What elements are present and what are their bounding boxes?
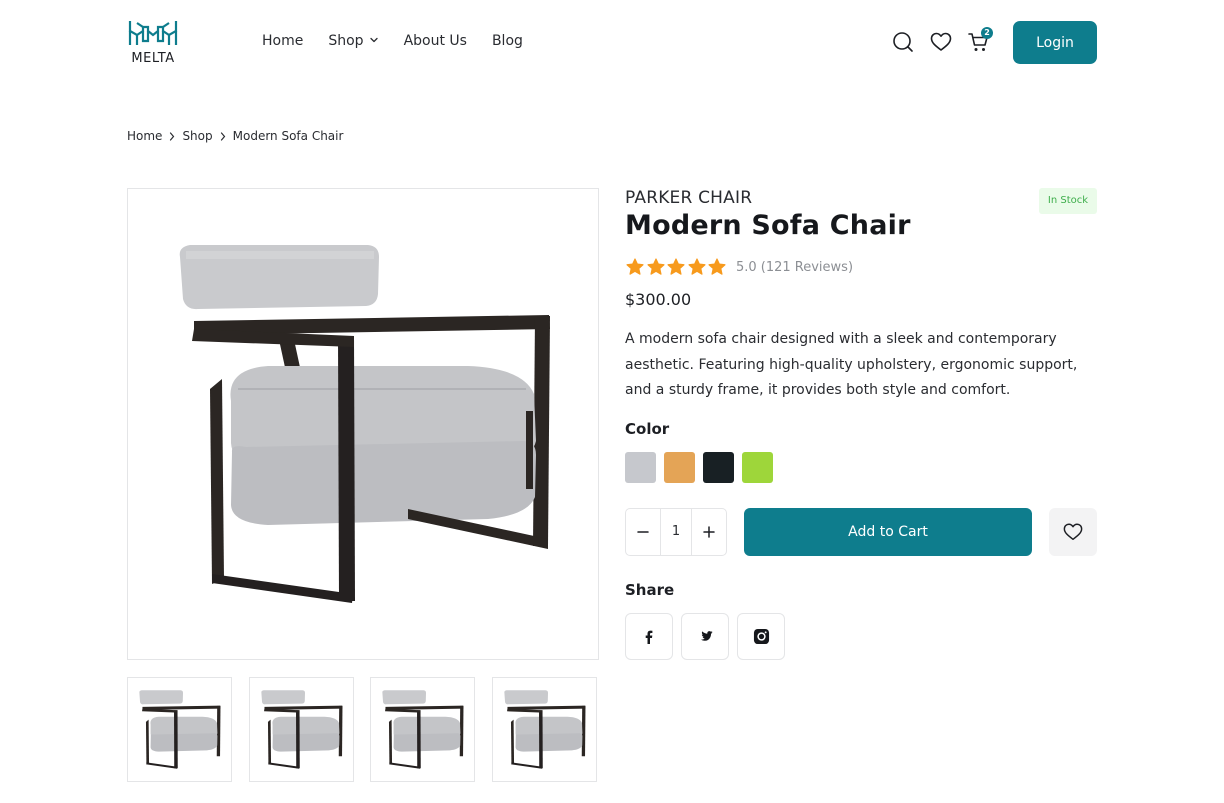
- product-main-image[interactable]: [127, 188, 599, 660]
- product-thumbnail-2[interactable]: [249, 677, 354, 782]
- cart-count-badge: 2: [981, 27, 993, 39]
- product-title: Modern Sofa Chair: [625, 210, 911, 241]
- search-icon[interactable]: [892, 31, 914, 53]
- plus-icon: [703, 526, 715, 538]
- share-instagram-button[interactable]: [737, 613, 785, 660]
- chevron-down-icon: [369, 31, 379, 51]
- logo-mark: [128, 21, 178, 45]
- rating-text: 5.0 (121 Reviews): [735, 259, 854, 275]
- color-swatch-gray[interactable]: [625, 452, 656, 483]
- instagram-icon: [753, 628, 769, 645]
- color-swatch-orange[interactable]: [664, 452, 695, 483]
- star-icon: [626, 258, 644, 275]
- share-facebook-button[interactable]: [625, 613, 673, 660]
- add-to-wishlist-button[interactable]: [1049, 508, 1097, 556]
- star-icon: [667, 258, 685, 275]
- stock-status-badge: In Stock: [1039, 188, 1097, 214]
- product-thumbnail-3[interactable]: [370, 677, 475, 782]
- login-button[interactable]: Login: [1013, 21, 1097, 64]
- breadcrumb: Home Shop Modern Sofa Chair: [127, 128, 343, 144]
- add-to-cart-button[interactable]: Add to Cart: [744, 508, 1032, 556]
- logo-text: MELTA: [131, 51, 175, 66]
- nav-item-label: Home: [262, 33, 304, 49]
- product-thumbnail-1[interactable]: [127, 677, 232, 782]
- breadcrumb-current: Modern Sofa Chair: [232, 129, 344, 143]
- chevron-right-icon: [220, 131, 226, 141]
- quantity-stepper: 1: [625, 508, 727, 556]
- nav-item-home[interactable]: Home: [262, 31, 303, 51]
- minus-icon: [637, 531, 649, 533]
- rating-stars: [625, 257, 728, 277]
- star-icon: [708, 258, 726, 275]
- nav-item-shop[interactable]: Shop: [328, 31, 378, 51]
- chair-illustration: [179, 245, 550, 603]
- heart-icon[interactable]: [930, 31, 952, 53]
- heart-icon: [1063, 523, 1083, 540]
- star-icon: [647, 258, 665, 275]
- share-twitter-button[interactable]: [681, 613, 729, 660]
- chevron-right-icon: [169, 131, 175, 141]
- product-rating[interactable]: 5.0 (121 Reviews): [625, 257, 853, 277]
- breadcrumb-shop[interactable]: Shop: [182, 129, 212, 143]
- product-description: A modern sofa chair designed with a slee…: [625, 331, 1078, 398]
- facebook-icon: [645, 630, 653, 644]
- share-label: Share: [625, 581, 675, 599]
- quantity-decrease-button[interactable]: [626, 509, 660, 555]
- site-header: MELTA Home Shop About Us Blog 2 Login: [0, 0, 1224, 84]
- logo[interactable]: MELTA: [127, 19, 179, 67]
- cart-icon[interactable]: 2: [968, 27, 993, 53]
- product-brand: PARKER CHAIR: [625, 188, 753, 208]
- product-thumbnail-4[interactable]: [492, 677, 597, 782]
- nav-item-about[interactable]: About Us: [404, 31, 467, 51]
- quantity-value[interactable]: 1: [660, 509, 692, 555]
- nav-item-label: About Us: [403, 33, 467, 49]
- nav-item-blog[interactable]: Blog: [492, 31, 523, 51]
- breadcrumb-home[interactable]: Home: [127, 129, 162, 143]
- star-icon: [688, 258, 706, 275]
- nav-item-label: Blog: [491, 33, 523, 49]
- nav-item-label: Shop: [328, 33, 364, 49]
- product-price: $300.00: [625, 290, 692, 309]
- color-swatch-green[interactable]: [742, 452, 773, 483]
- color-swatch-black[interactable]: [703, 452, 734, 483]
- quantity-increase-button[interactable]: [692, 509, 726, 555]
- twitter-icon: [700, 631, 713, 641]
- color-swatches: [625, 452, 781, 483]
- color-label: Color: [625, 420, 670, 438]
- main-nav: Home Shop About Us Blog: [262, 31, 548, 51]
